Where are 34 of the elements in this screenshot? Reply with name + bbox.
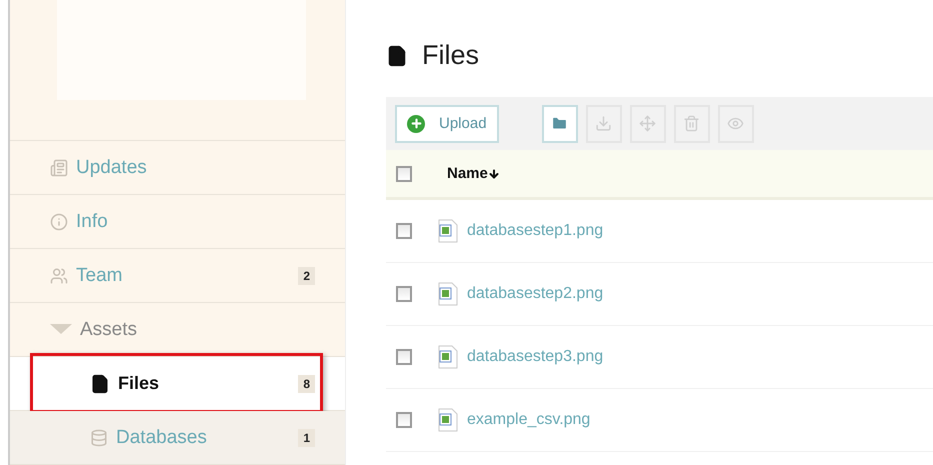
file-icon (90, 374, 110, 394)
file-link[interactable]: databasestep2.png (467, 285, 604, 303)
newspaper-icon (50, 158, 68, 176)
file-icon (386, 44, 408, 66)
move-icon (639, 115, 656, 132)
database-icon (90, 428, 108, 446)
sidebar-item[interactable]: Databases 1 (10, 411, 345, 465)
eye-icon (727, 115, 744, 132)
image-file-icon (437, 345, 459, 369)
triangle-icon (50, 324, 72, 336)
count-badge: 1 (298, 428, 315, 446)
file-link[interactable]: databasestep3.png (467, 348, 604, 366)
trash-icon (683, 115, 700, 132)
download-icon (595, 115, 612, 132)
info-icon (50, 212, 68, 230)
checkbox[interactable] (396, 349, 412, 365)
file-link[interactable]: example_csv.png (467, 411, 590, 429)
people-icon (50, 266, 68, 284)
plus-icon (407, 114, 425, 132)
count-badge: 8 (298, 374, 315, 392)
checkbox[interactable] (396, 166, 412, 182)
checkbox[interactable] (396, 412, 412, 428)
image-file-icon (437, 282, 459, 306)
upload-button[interactable]: Upload (395, 104, 499, 142)
image-file-icon (437, 219, 459, 243)
checkbox[interactable] (396, 223, 412, 239)
page-title: Files (422, 40, 480, 71)
file-link[interactable]: databasestep1.png (467, 222, 604, 240)
image-file-icon (437, 408, 459, 432)
count-badge: 2 (298, 266, 315, 284)
checkbox[interactable] (396, 286, 412, 302)
new-folder-button[interactable] (542, 104, 578, 142)
column-header[interactable]: Name (447, 165, 500, 182)
sort-arrow-icon (488, 168, 500, 180)
